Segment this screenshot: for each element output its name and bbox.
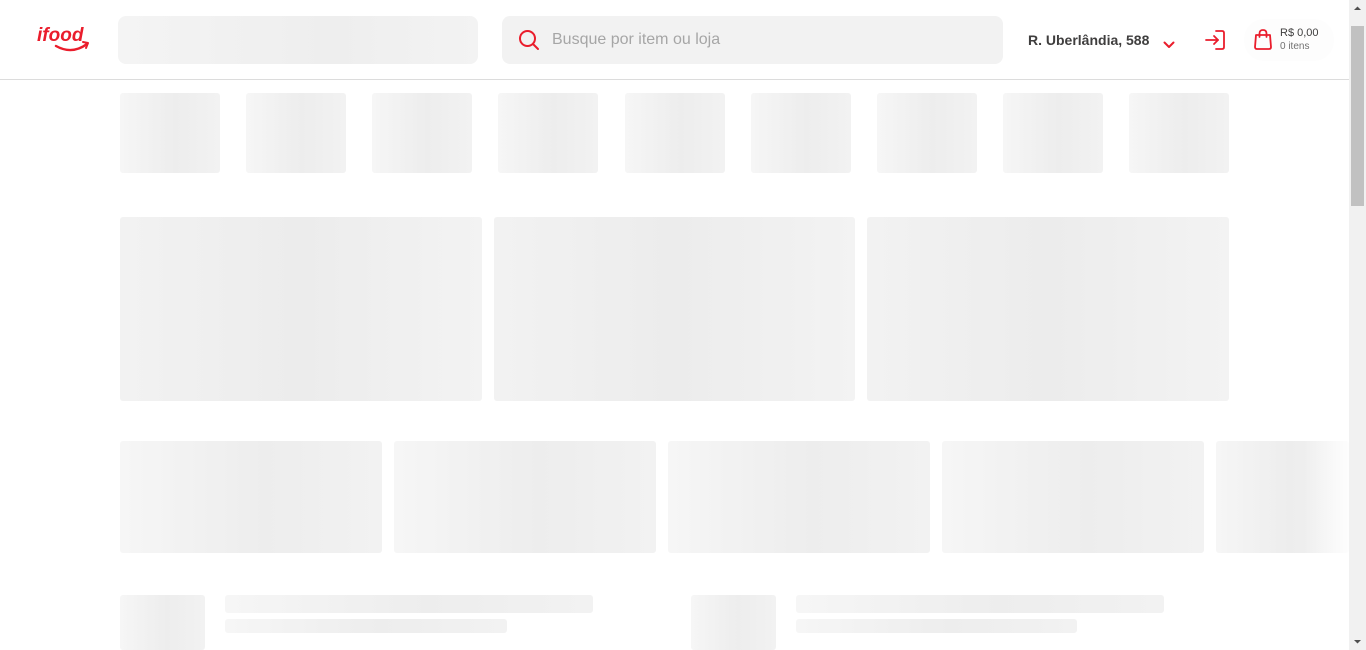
cart-button[interactable]: R$ 0,00 0 itens (1244, 19, 1334, 61)
category-placeholder (498, 93, 598, 173)
banner-placeholder (120, 217, 482, 401)
cart-total: R$ 0,00 (1280, 27, 1319, 39)
category-placeholder (1129, 93, 1229, 173)
chevron-down-icon (1163, 36, 1175, 48)
store-info-placeholder (225, 619, 507, 633)
header-loading-placeholder (118, 16, 478, 64)
scrollbar-thumb[interactable] (1351, 26, 1364, 206)
store-info-placeholder (796, 619, 1077, 633)
address-selector[interactable]: R. Uberlândia, 588 (1028, 30, 1175, 50)
logo-text: ifood (37, 25, 84, 46)
category-placeholder (625, 93, 725, 173)
category-placeholder (372, 93, 472, 173)
category-placeholder (246, 93, 346, 173)
banner-placeholder (494, 217, 855, 401)
top-header: ifood R. Uberlândia, 588 (0, 0, 1349, 80)
scroll-up-arrow-icon[interactable] (1349, 0, 1366, 17)
carousel-card-placeholder (120, 441, 382, 553)
store-logo-placeholder (120, 595, 205, 650)
search-input[interactable] (552, 16, 982, 64)
carousel-edge-fade (1304, 80, 1349, 650)
address-label: R. Uberlândia, 588 (1028, 32, 1150, 48)
login-button[interactable] (1203, 28, 1227, 52)
category-placeholder (751, 93, 851, 173)
search-icon (518, 29, 540, 51)
carousel-card-placeholder (394, 441, 656, 553)
store-name-placeholder (796, 595, 1164, 613)
store-name-placeholder (225, 595, 593, 613)
cart-item-count: 0 itens (1280, 41, 1310, 52)
category-placeholder (120, 93, 220, 173)
login-icon (1205, 30, 1225, 50)
shopping-bag-icon (1253, 28, 1273, 50)
category-placeholder (1003, 93, 1103, 173)
search-bar[interactable] (502, 16, 1003, 64)
carousel-card-placeholder (668, 441, 930, 553)
scroll-down-arrow-icon[interactable] (1349, 633, 1366, 650)
banner-placeholder (867, 217, 1229, 401)
carousel-card-placeholder (942, 441, 1204, 553)
category-placeholder (877, 93, 977, 173)
page-scrollbar[interactable] (1349, 0, 1366, 650)
page: ifood R. Uberlândia, 588 (0, 0, 1366, 650)
ifood-logo[interactable]: ifood (36, 22, 92, 56)
store-logo-placeholder (691, 595, 776, 650)
